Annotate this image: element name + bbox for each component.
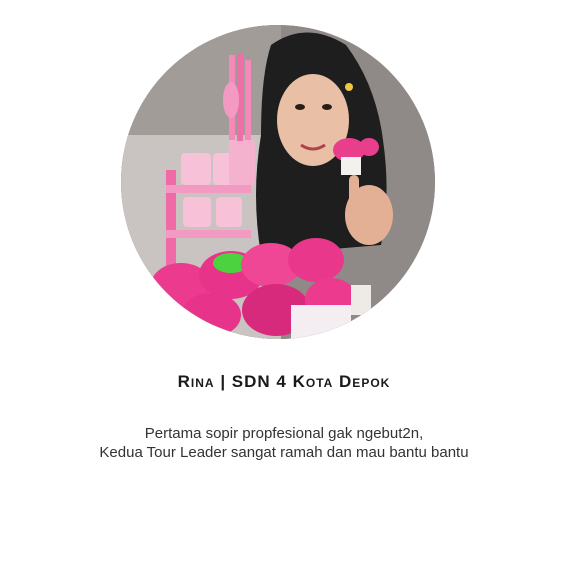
testimonial-quote: Pertama sopir propfesional gak ngebut2n,… — [0, 424, 568, 462]
avatar — [121, 25, 435, 339]
avatar-photo — [121, 25, 435, 339]
quote-line-1: Pertama sopir propfesional gak ngebut2n, — [144, 425, 424, 442]
testimonial-name: Rina | SDN 4 Kota Depok — [177, 372, 391, 391]
quote-line-2: Kedua Tour Leader sangat ramah dan mau b… — [99, 444, 469, 461]
